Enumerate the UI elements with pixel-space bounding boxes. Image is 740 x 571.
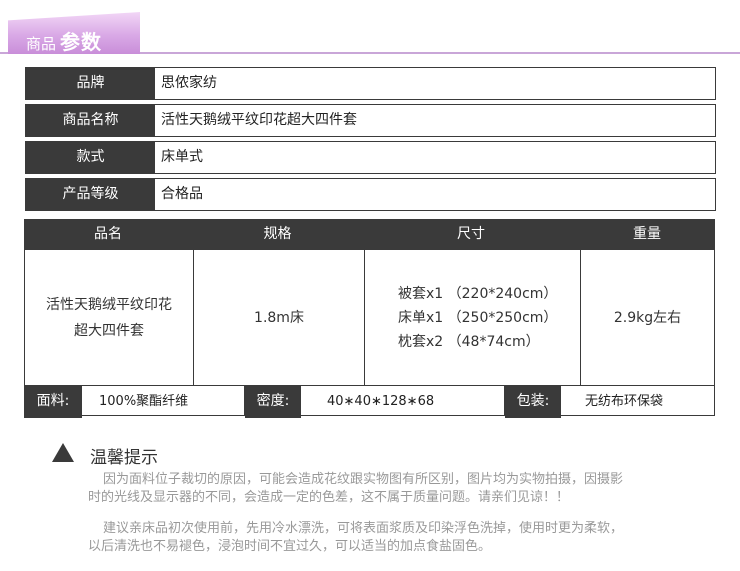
tips-paragraph-2: 建议亲床品初次使用前，先用冷水漂洗，可将表面浆质及印染浮色洗掉，使用时更为柔软，… <box>88 520 678 556</box>
spec-table-footer: 面料: 100%聚酯纤维 密度: 40∗40∗128∗68 包装: 无纺布环保袋 <box>24 385 715 418</box>
tips-line: 时的光线及显示器的不同，会造成一定的色差，这不属于质量问题。请亲们见谅！！ <box>88 490 570 505</box>
spec-header-weight: 重量 <box>633 226 661 242</box>
param-value: 活性天鹅绒平纹印花超大四件套 <box>161 112 357 128</box>
param-label: 产品等级 <box>26 179 155 210</box>
warning-triangle-icon <box>52 443 74 462</box>
header-big-label: 参数 <box>60 30 103 54</box>
param-value: 床单式 <box>161 149 203 165</box>
fabric-label: 面料: <box>24 385 82 418</box>
header-small-label: 商品 <box>26 35 57 53</box>
spec-table-header: 品名 规格 尺寸 重量 <box>24 219 715 250</box>
tips-line: 以后清洗也不易褪色，浸泡时间不宜过久，可以适当的加点食盐固色。 <box>88 539 492 554</box>
size-line: 床单x1 （250*250cm） <box>398 309 558 326</box>
tips-line: 因为面料位子裁切的原因，可能会造成花纹跟实物图有所区别，图片均为实物拍摄，因摄影 <box>103 472 624 487</box>
spec-header-size: 尺寸 <box>457 226 485 242</box>
header-title: 商品 参数 <box>26 26 102 55</box>
spec-name-line: 超大四件套 <box>74 322 144 339</box>
spec-table-body: 活性天鹅绒平纹印花 超大四件套 1.8m床 被套x1 （220*240cm） 床… <box>24 250 715 386</box>
spec-table: 品名 规格 尺寸 重量 活性天鹅绒平纹印花 超大四件套 1.8m床 被套x1 （… <box>24 219 715 418</box>
spec-spec-value: 1.8m床 <box>254 309 304 326</box>
tips-title: 温馨提示 <box>90 448 158 468</box>
spec-sizes: 被套x1 （220*240cm） 床单x1 （250*250cm） 枕套x2 （… <box>398 250 578 385</box>
tips-line: 建议亲床品初次使用前，先用冷水漂洗，可将表面浆质及印染浮色洗掉，使用时更为柔软， <box>103 521 624 536</box>
spec-header-spec: 规格 <box>263 226 292 242</box>
package-value: 无纺布环保袋 <box>561 385 715 416</box>
density-value: 40∗40∗128∗68 <box>301 385 505 416</box>
param-value: 合格品 <box>161 186 203 202</box>
tips-paragraph-1: 因为面料位子裁切的原因，可能会造成花纹跟实物图有所区别，图片均为实物拍摄，因摄影… <box>88 471 678 507</box>
param-label: 品牌 <box>26 68 155 99</box>
spec-weight: 2.9kg左右 <box>613 309 682 326</box>
spec-product-name: 活性天鹅绒平纹印花 超大四件套 <box>25 250 193 385</box>
spec-name-line: 活性天鹅绒平纹印花 <box>46 296 172 313</box>
density-label: 密度: <box>245 385 301 418</box>
param-label: 商品名称 <box>26 105 155 136</box>
param-row-product-name: 商品名称 活性天鹅绒平纹印花超大四件套 <box>25 104 716 137</box>
spec-header-name: 品名 <box>94 226 122 242</box>
size-line: 被套x1 （220*240cm） <box>398 285 558 302</box>
param-row-grade: 产品等级 合格品 <box>25 178 716 211</box>
param-value: 思侬家纺 <box>161 75 217 91</box>
param-label: 款式 <box>26 142 155 173</box>
fabric-value: 100%聚酯纤维 <box>82 385 245 416</box>
param-row-style: 款式 床单式 <box>25 141 716 174</box>
package-label: 包装: <box>505 385 561 418</box>
param-row-brand: 品牌 思侬家纺 <box>25 67 716 100</box>
column-divider <box>364 250 365 385</box>
section-header: 商品 参数 <box>0 0 740 60</box>
size-line: 枕套x2 （48*74cm） <box>398 333 540 350</box>
